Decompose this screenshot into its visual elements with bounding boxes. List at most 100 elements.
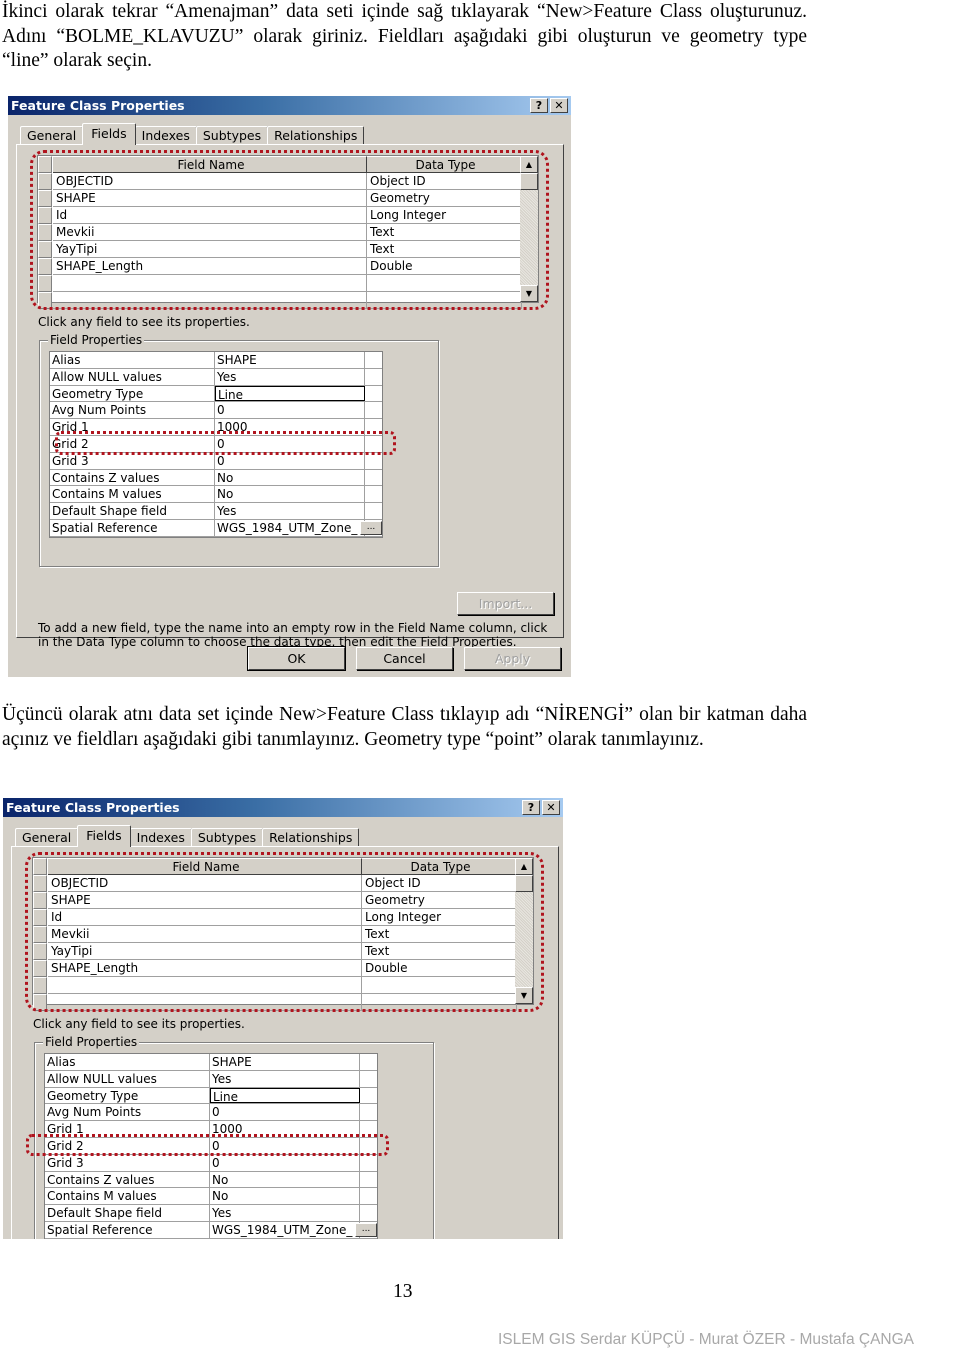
- property-value[interactable]: 0: [210, 1154, 360, 1171]
- tab-subtypes[interactable]: Subtypes: [190, 828, 264, 847]
- help-icon[interactable]: ?: [530, 98, 548, 113]
- property-value[interactable]: 1000: [215, 419, 365, 435]
- property-row[interactable]: Avg Num Points 0: [45, 1104, 377, 1122]
- row-selector[interactable]: [38, 292, 52, 309]
- property-row[interactable]: Geometry Type Line: [45, 1087, 377, 1105]
- property-value[interactable]: Line: [215, 385, 365, 402]
- scroll-up-icon[interactable]: ▲: [520, 156, 538, 173]
- data-type-cell[interactable]: [367, 292, 522, 309]
- field-name-cell[interactable]: SHAPE_Length: [48, 960, 362, 977]
- data-type-cell[interactable]: Text: [362, 943, 517, 960]
- table-row[interactable]: Mevkii Text: [38, 224, 522, 241]
- property-value[interactable]: Yes: [215, 368, 365, 385]
- tab-fields[interactable]: Fields: [77, 825, 131, 847]
- property-value[interactable]: No: [215, 486, 365, 503]
- spatial-reference-browse-button[interactable]: ...: [355, 1222, 377, 1237]
- tab-subtypes[interactable]: Subtypes: [195, 126, 269, 145]
- grid-scrollbar[interactable]: ▲ ▼: [520, 156, 538, 302]
- field-name-cell[interactable]: Id: [53, 207, 367, 224]
- field-name-cell[interactable]: Id: [48, 909, 362, 926]
- row-selector[interactable]: [38, 275, 52, 292]
- row-selector[interactable]: [33, 875, 47, 892]
- row-selector[interactable]: [38, 258, 52, 275]
- table-row[interactable]: YayTipi Text: [33, 943, 517, 960]
- field-name-cell[interactable]: [48, 977, 362, 994]
- apply-button[interactable]: Apply: [464, 647, 561, 670]
- property-value[interactable]: 0: [210, 1137, 360, 1154]
- field-name-cell[interactable]: SHAPE_Length: [53, 258, 367, 275]
- scroll-up-icon[interactable]: ▲: [515, 858, 533, 875]
- property-row[interactable]: Alias SHAPE: [45, 1054, 377, 1071]
- row-selector[interactable]: [33, 943, 47, 960]
- scroll-thumb[interactable]: [515, 875, 533, 892]
- row-selector[interactable]: [33, 960, 47, 977]
- data-type-cell[interactable]: [367, 275, 522, 292]
- cancel-button[interactable]: Cancel: [356, 647, 453, 670]
- column-header-field-name[interactable]: Field Name: [53, 156, 367, 173]
- property-value[interactable]: No: [215, 469, 365, 486]
- tab-general[interactable]: General: [20, 126, 84, 145]
- table-row[interactable]: SHAPE_Length Double: [33, 960, 517, 977]
- property-value[interactable]: Yes: [210, 1205, 360, 1221]
- property-row[interactable]: Allow NULL values Yes: [50, 368, 382, 386]
- property-value[interactable]: SHAPE: [210, 1054, 360, 1070]
- property-value[interactable]: 0: [215, 435, 365, 452]
- row-selector[interactable]: [33, 892, 47, 909]
- property-row[interactable]: Alias SHAPE: [50, 352, 382, 369]
- property-row[interactable]: Grid 20: [50, 435, 382, 453]
- property-value[interactable]: Yes: [210, 1070, 360, 1087]
- data-type-cell[interactable]: [362, 994, 517, 1011]
- row-selector[interactable]: [33, 926, 47, 943]
- property-row[interactable]: Spatial Reference WGS_1984_UTM_Zone_...: [45, 1221, 377, 1239]
- table-row[interactable]: SHAPE Geometry: [38, 190, 522, 207]
- property-value[interactable]: WGS_1984_UTM_Zone_: [215, 519, 365, 536]
- property-value[interactable]: No: [210, 1171, 360, 1188]
- property-row[interactable]: Spatial Reference WGS_1984_UTM_Zone_...: [50, 519, 382, 537]
- scroll-down-icon[interactable]: ▼: [515, 987, 533, 1004]
- row-selector[interactable]: [38, 241, 52, 258]
- property-value[interactable]: 0: [215, 402, 365, 419]
- field-name-cell[interactable]: OBJECTID: [48, 875, 362, 892]
- row-selector[interactable]: [33, 994, 47, 1011]
- row-selector[interactable]: [38, 190, 52, 207]
- data-type-cell[interactable]: Double: [367, 258, 522, 275]
- property-row[interactable]: Grid 30: [50, 452, 382, 470]
- table-row[interactable]: SHAPE_Length Double: [38, 258, 522, 275]
- property-row[interactable]: Contains M values No: [45, 1188, 377, 1206]
- grid-scrollbar[interactable]: ▲ ▼: [515, 858, 533, 1004]
- column-header-data-type[interactable]: Data Type: [362, 858, 517, 875]
- property-row[interactable]: Contains M values No: [50, 486, 382, 504]
- property-row[interactable]: Contains Z values No: [45, 1171, 377, 1189]
- property-row[interactable]: Grid 1 1000: [50, 419, 382, 436]
- field-name-cell[interactable]: [53, 292, 367, 309]
- data-type-cell[interactable]: Text: [362, 926, 517, 943]
- property-row[interactable]: Allow NULL values Yes: [45, 1070, 377, 1088]
- property-value[interactable]: 0: [210, 1104, 360, 1121]
- field-name-cell[interactable]: SHAPE: [53, 190, 367, 207]
- field-name-cell[interactable]: Mevkii: [53, 224, 367, 241]
- property-value[interactable]: No: [210, 1188, 360, 1205]
- close-icon[interactable]: ✕: [542, 800, 560, 815]
- data-type-cell[interactable]: [362, 977, 517, 994]
- field-name-cell[interactable]: OBJECTID: [53, 173, 367, 190]
- table-row[interactable]: OBJECTID Object ID: [38, 173, 522, 190]
- property-row[interactable]: Default Shape field Yes: [50, 503, 382, 520]
- data-type-cell[interactable]: Geometry: [362, 892, 517, 909]
- import-button[interactable]: Import...: [457, 592, 554, 615]
- data-type-cell[interactable]: Double: [362, 960, 517, 977]
- data-type-cell[interactable]: Long Integer: [367, 207, 522, 224]
- help-icon[interactable]: ?: [522, 800, 540, 815]
- scroll-thumb[interactable]: [520, 173, 538, 190]
- field-name-cell[interactable]: YayTipi: [53, 241, 367, 258]
- property-row[interactable]: Geometry Type Line: [50, 385, 382, 403]
- tab-indexes[interactable]: Indexes: [134, 126, 197, 145]
- property-row[interactable]: Default Shape field Yes: [45, 1205, 377, 1222]
- property-value[interactable]: 0: [215, 452, 365, 469]
- ok-button[interactable]: OK: [247, 646, 346, 671]
- field-name-cell[interactable]: SHAPE: [48, 892, 362, 909]
- column-header-data-type[interactable]: Data Type: [367, 156, 522, 173]
- data-type-cell[interactable]: Geometry: [367, 190, 522, 207]
- spatial-reference-browse-button[interactable]: ...: [360, 520, 382, 535]
- property-value[interactable]: WGS_1984_UTM_Zone_: [210, 1221, 360, 1238]
- table-row[interactable]: [33, 994, 517, 1011]
